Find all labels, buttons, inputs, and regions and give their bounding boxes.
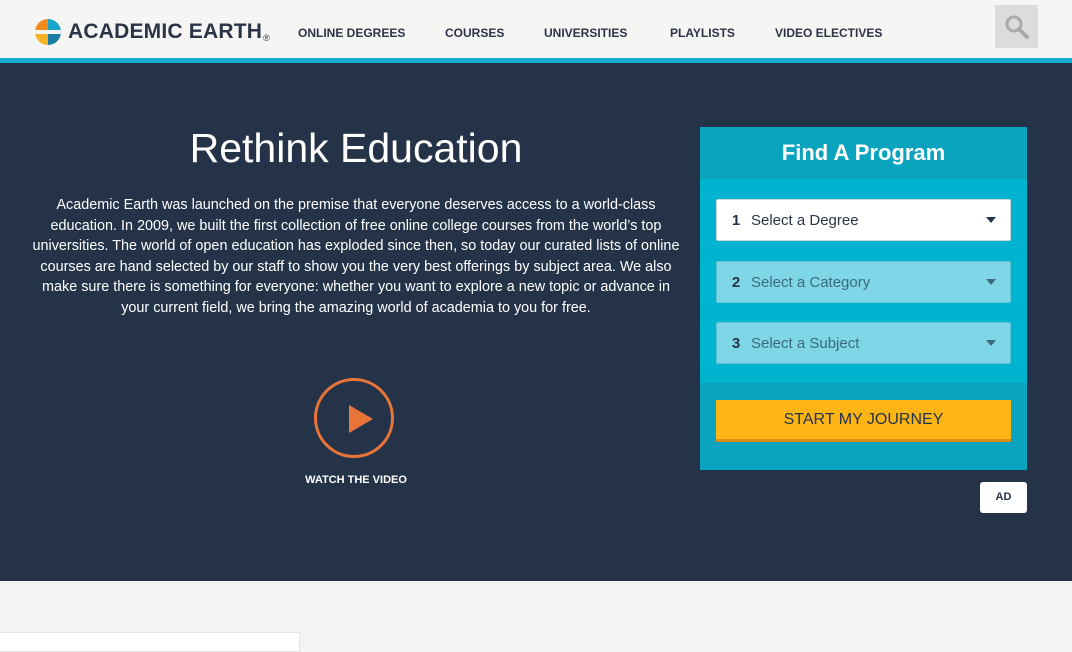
watch-video-link[interactable]: WATCH THE VIDEO (256, 474, 456, 486)
hero-description: Academic Earth was launched on the premi… (32, 197, 680, 316)
nav-courses[interactable]: COURSES (445, 26, 504, 40)
hero-section: Rethink Education Academic Earth was lau… (0, 63, 1072, 581)
nav-universities[interactable]: UNIVERSITIES (544, 26, 627, 40)
site-logo[interactable]: ACADEMIC EARTH ® (35, 19, 270, 45)
category-select[interactable]: 2 Select a Category (716, 261, 1011, 303)
degree-select-label: Select a Degree (751, 211, 859, 229)
nav-video-electives[interactable]: VIDEO ELECTIVES (775, 26, 882, 40)
degree-select[interactable]: 1 Select a Degree (716, 199, 1011, 241)
find-program-title: Find A Program (700, 127, 1027, 179)
caret-down-icon (986, 217, 996, 223)
subject-select[interactable]: 3 Select a Subject (716, 322, 1011, 364)
nav-online-degrees[interactable]: ONLINE DEGREES (298, 26, 405, 40)
find-program-footer: START MY JOURNEY (700, 383, 1027, 470)
globe-logo-icon (35, 19, 61, 45)
play-video-button[interactable] (314, 378, 394, 458)
content-card (0, 632, 300, 652)
play-icon (349, 405, 373, 433)
ad-badge: AD (980, 482, 1027, 513)
logo-text: ACADEMIC EARTH (68, 20, 263, 43)
nav-playlists[interactable]: PLAYLISTS (670, 26, 735, 40)
step-number: 2 (731, 273, 741, 291)
subject-select-label: Select a Subject (751, 334, 860, 352)
category-select-label: Select a Category (751, 273, 871, 291)
search-icon (1005, 15, 1029, 39)
find-program-panel: Find A Program 1 Select a Degree 2 Selec… (700, 127, 1027, 470)
step-number: 3 (731, 334, 741, 352)
start-my-journey-button[interactable]: START MY JOURNEY (716, 400, 1011, 442)
caret-down-icon (986, 340, 996, 346)
registered-mark: ® (263, 33, 270, 43)
site-header: ACADEMIC EARTH ® ONLINE DEGREES COURSES … (0, 0, 1072, 58)
caret-down-icon (986, 279, 996, 285)
hero-title: Rethink Education (189, 125, 523, 171)
step-number: 1 (731, 211, 741, 229)
search-button[interactable] (995, 5, 1038, 48)
